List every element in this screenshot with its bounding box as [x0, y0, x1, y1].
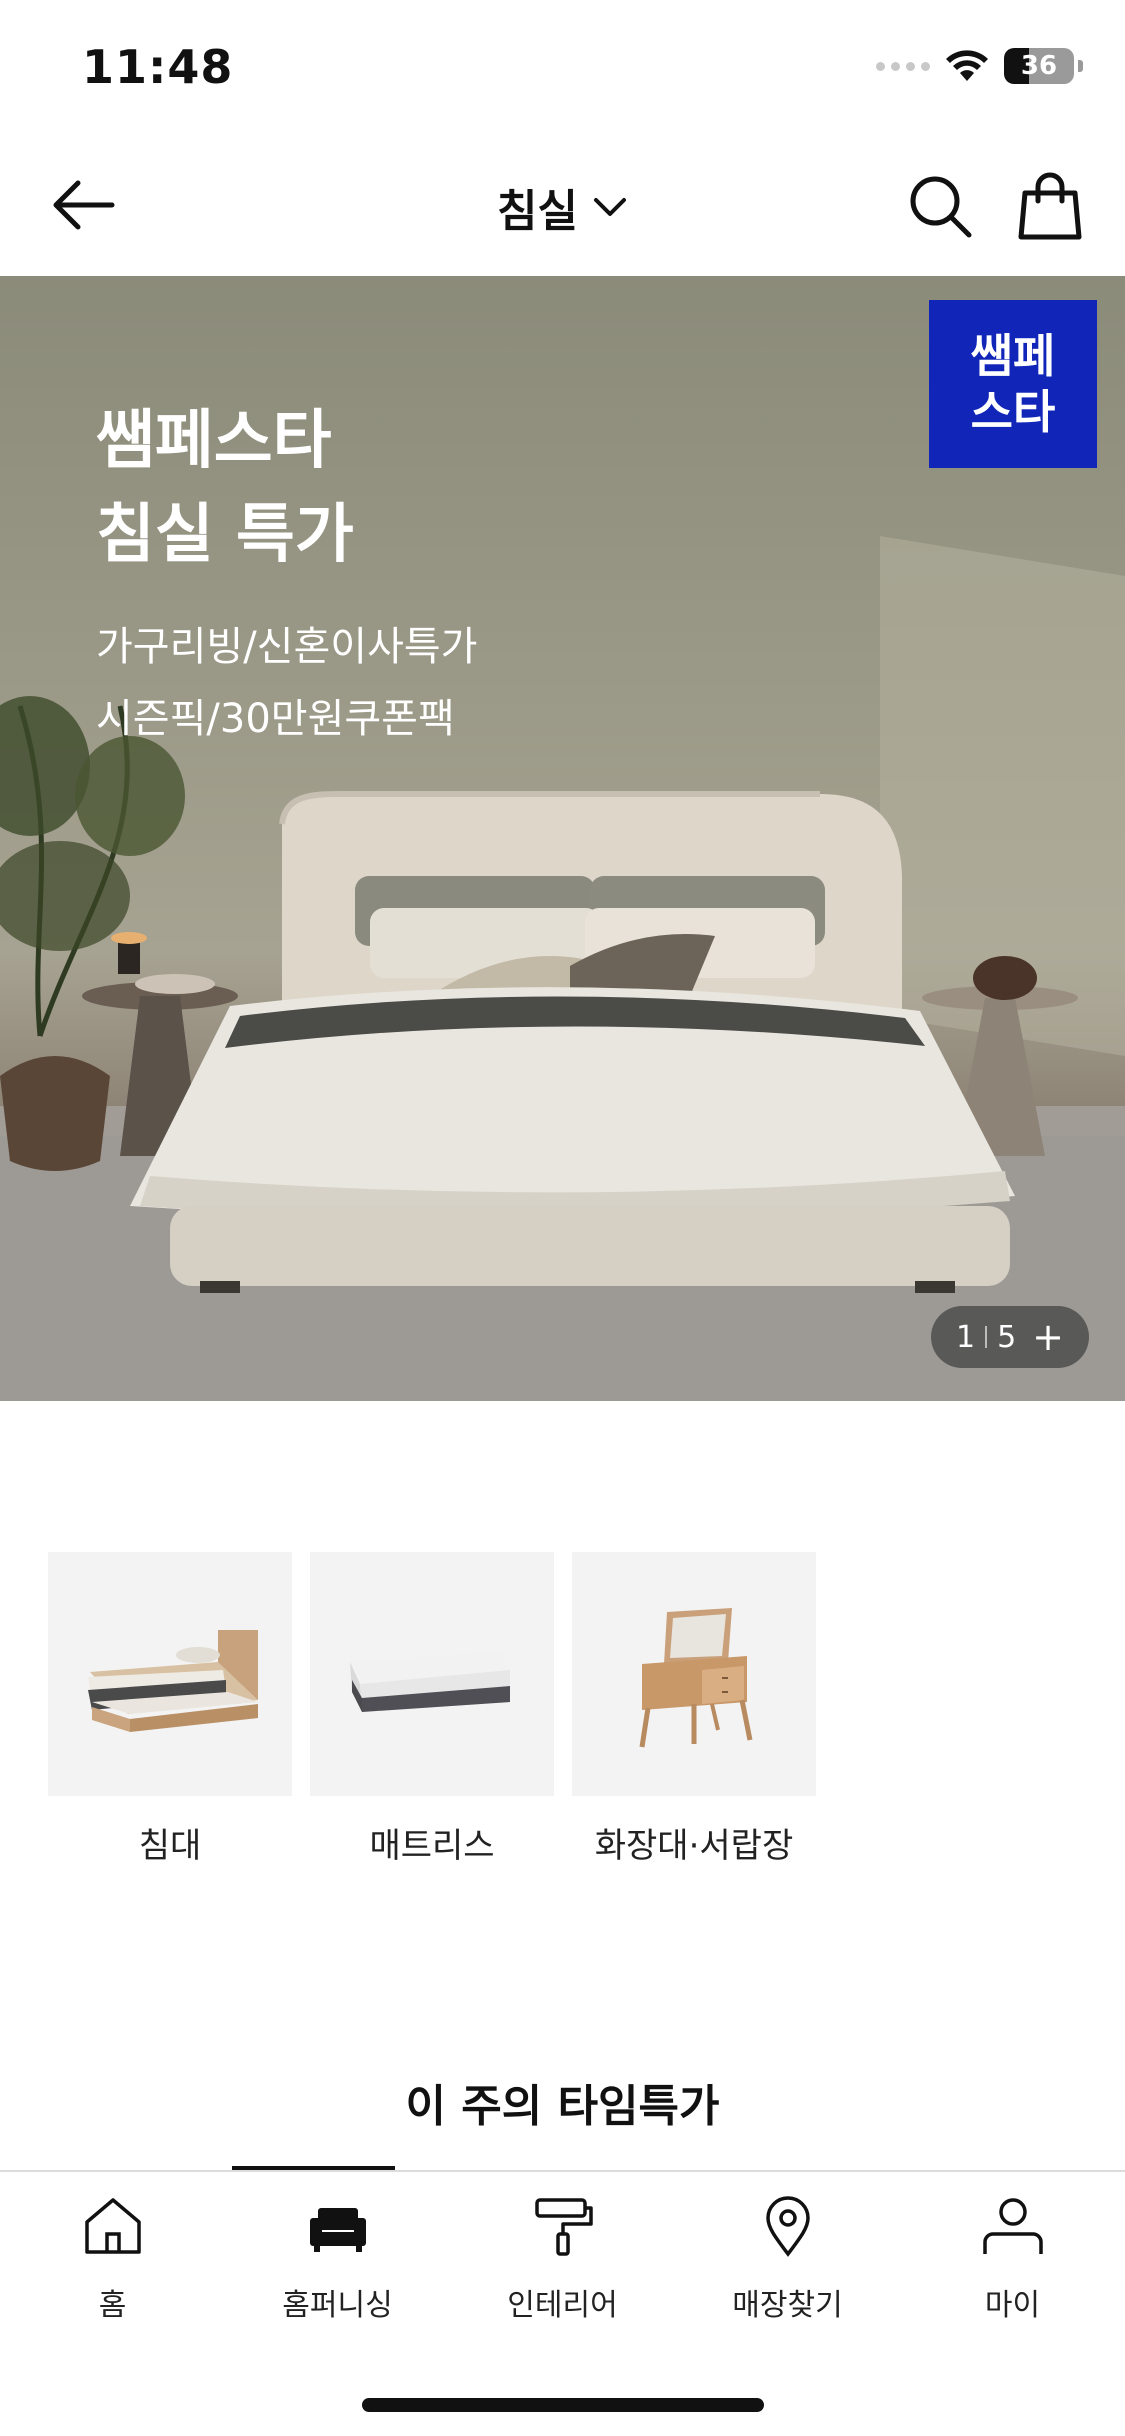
tab-label: 마이	[984, 2288, 1041, 2323]
section-title: 이 주의 타임특가	[405, 2081, 720, 2132]
category-item-bed[interactable]: 침대	[48, 1552, 292, 1867]
category-item-vanity[interactable]: 화장대·서랍장	[572, 1552, 816, 1867]
hero-title: 쌤페스타 침실 특가	[96, 404, 354, 572]
banner-pager-button[interactable]: 1 5 +	[931, 1306, 1089, 1368]
nav-bar: 침실	[0, 135, 1125, 275]
paint-roller-icon	[534, 2198, 593, 2256]
tab-homefurnishing[interactable]: 홈퍼니싱	[225, 2194, 450, 2324]
category-label: 침대	[138, 1826, 202, 1866]
tab-label: 홈	[98, 2288, 127, 2323]
mattress-icon	[310, 1552, 554, 1796]
home-indicator[interactable]	[362, 2398, 764, 2412]
hero-subtitle: 가구리빙/신혼이사특가 시즌픽/30만원쿠폰팩	[96, 624, 478, 742]
page-title: 침실	[497, 186, 578, 237]
cellular-signal-icon	[876, 61, 930, 71]
pager-total: 5	[997, 1319, 1017, 1355]
tab-my[interactable]: 마이	[900, 2194, 1125, 2324]
tab-label: 매장찾기	[732, 2288, 843, 2323]
category-list: 침대 매트리스 화장대·서랍장	[48, 1552, 816, 1867]
status-bar: 11:48 36	[0, 0, 1125, 135]
chevron-down-icon	[593, 198, 626, 216]
category-label: 매트리스	[369, 1826, 495, 1866]
location-pin-icon	[765, 2196, 810, 2257]
sofa-icon	[309, 2208, 366, 2252]
status-icons: 36	[876, 48, 1083, 84]
tab-home[interactable]: 홈	[0, 2194, 225, 2324]
search-icon[interactable]	[907, 173, 973, 239]
plus-icon: +	[1032, 1315, 1065, 1359]
category-label: 화장대·서랍장	[594, 1826, 794, 1866]
vanity-icon	[572, 1552, 816, 1796]
status-time: 11:48	[82, 40, 234, 94]
pager-current: 1	[955, 1319, 976, 1355]
home-icon	[84, 2198, 141, 2254]
bottom-tab-bar: 홈 홈퍼니싱 인테리어 매장찾기 마이	[0, 2170, 1125, 2436]
tab-store-finder[interactable]: 매장찾기	[675, 2194, 900, 2324]
bed-icon	[48, 1552, 292, 1796]
battery-level: 36	[1020, 51, 1058, 81]
sampesta-badge: 쌤페 스타	[929, 300, 1097, 468]
tab-interior[interactable]: 인테리어	[450, 2194, 675, 2324]
tab-label: 인테리어	[507, 2288, 618, 2323]
tab-label: 홈퍼니싱	[282, 2288, 393, 2323]
hero-banner[interactable]: 쌤페스타 침실 특가 가구리빙/신혼이사특가 시즌픽/30만원쿠폰팩 쌤페 스타…	[0, 276, 1125, 1401]
person-icon	[982, 2198, 1043, 2254]
shopping-bag-icon[interactable]	[1017, 171, 1083, 241]
wifi-icon	[946, 50, 988, 81]
battery-icon: 36	[1004, 48, 1074, 84]
category-item-mattress[interactable]: 매트리스	[310, 1552, 554, 1867]
